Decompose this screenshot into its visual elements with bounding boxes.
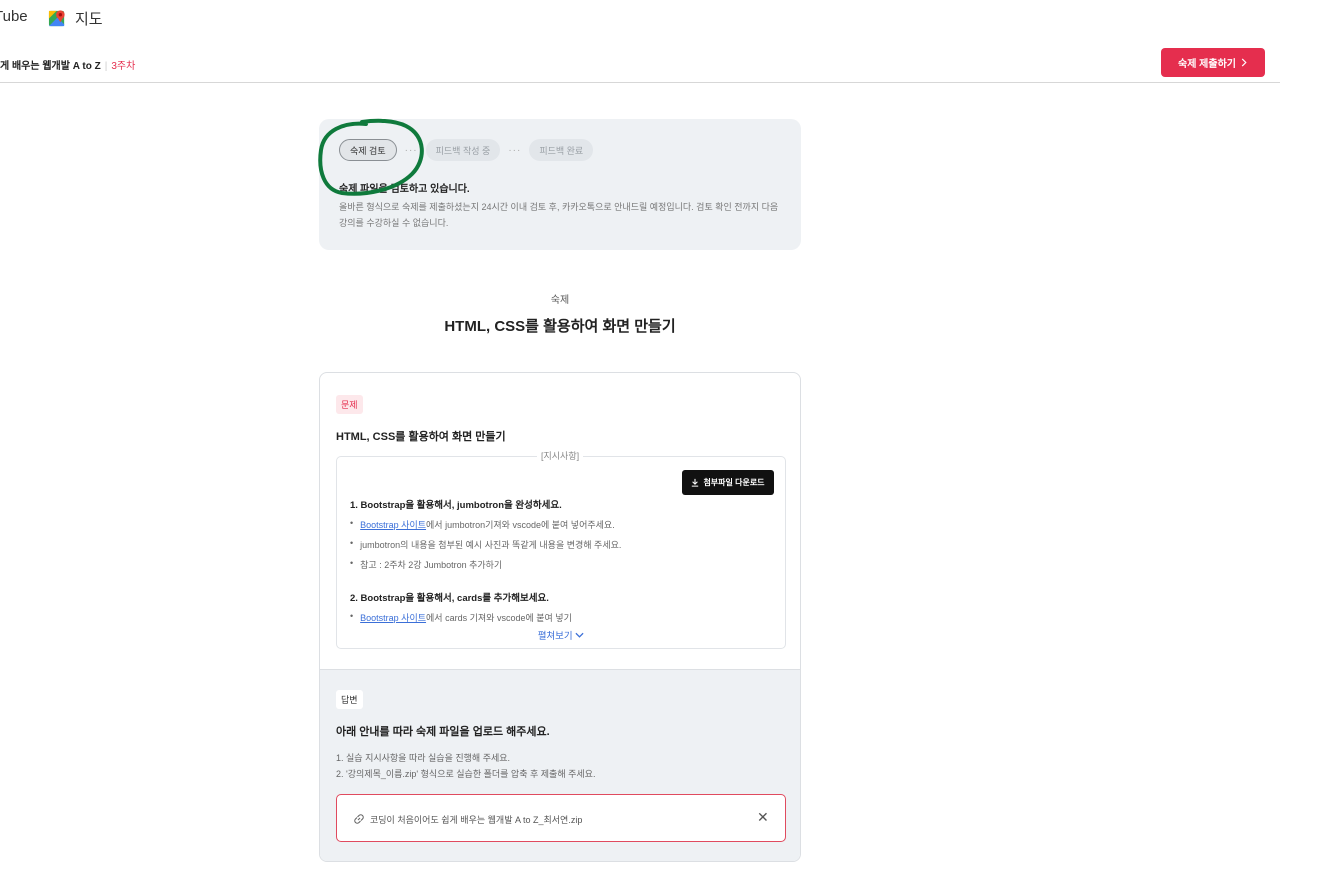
bullet: • (350, 538, 354, 548)
list-item: • Bootstrap 사이트에서 cards 기져와 vscode에 붙여 넣… (350, 611, 572, 624)
download-label: 첨부파일 다운로드 (703, 478, 765, 487)
answer-title: 아래 안내를 따라 숙제 파일을 업로드 해주세요. (336, 726, 550, 738)
instructions-box: [지시사항] 첨부파일 다운로드 1. Bootstrap을 활용해서, jum… (336, 449, 786, 649)
download-icon (692, 478, 699, 487)
step-separator: ··· (508, 144, 522, 156)
problem-title: HTML, CSS를 활용하여 화면 만들기 (336, 431, 506, 443)
bullet: • (350, 518, 354, 528)
bookmark-youtube-label: Tube (0, 8, 28, 25)
uploaded-file-name: 코딩이 처음이어도 쉽게 배우는 웹개발 A to Z_최서연.zip (370, 815, 583, 825)
chevron-down-icon (575, 632, 584, 638)
bullet: • (350, 611, 354, 621)
close-icon[interactable]: ✕ (757, 809, 769, 826)
download-attachment-button[interactable]: 첨부파일 다운로드 (682, 470, 774, 495)
course-name: 게 배우는 웹개발 A to Z (0, 61, 101, 72)
answer-badge: 답변 (336, 690, 363, 709)
course-title: 게 배우는 웹개발 A to Z | 3주차 (0, 57, 135, 72)
bookmarks-bar: Tube 지도 (0, 0, 1332, 36)
submit-homework-label: 숙제 제출하기 (1178, 59, 1236, 70)
instruction-heading-1: 1. Bootstrap을 활용해서, jumbotron을 완성하세요. (350, 500, 562, 511)
google-maps-icon (48, 10, 65, 27)
homework-card: 문제 HTML, CSS를 활용하여 화면 만들기 [지시사항] 첨부파일 다운… (319, 372, 801, 862)
list-item-text: 참고 : 2주차 2강 Jumbotron 추가하기 (360, 560, 503, 570)
title-separator: | (104, 61, 108, 72)
status-steps: 숙제 검토 ··· 피드백 작성 중 ··· 피드백 완료 (339, 139, 594, 161)
homework-label: 숙제 (550, 295, 570, 306)
problem-badge: 문제 (336, 395, 363, 414)
answer-section: 답변 아래 안내를 따라 숙제 파일을 업로드 해주세요. 1. 실습 지시사항… (320, 669, 800, 861)
link-icon (354, 814, 364, 824)
status-description: 올바른 형식으로 숙제를 제출하셨는지 24시간 이내 검토 후, 카카오톡으로… (339, 202, 779, 228)
page-header: 게 배우는 웹개발 A to Z | 3주차 숙제 제출하기 (0, 36, 1280, 83)
homework-title: HTML, CSS를 활용하여 화면 만들기 (444, 318, 676, 335)
bookmark-youtube[interactable]: Tube (0, 8, 28, 25)
submit-homework-button[interactable]: 숙제 제출하기 (1161, 48, 1265, 77)
answer-steps: 1. 실습 지시사항을 따라 실습을 진행해 주세요. 2. '강의제목_이름.… (336, 750, 595, 782)
expand-label: 펼쳐보기 (537, 631, 573, 642)
step-separator: ··· (404, 144, 418, 156)
step-reviewing: 숙제 검토 (339, 139, 397, 161)
week-indicator: 3주차 (111, 61, 136, 72)
list-item: • 참고 : 2주차 2강 Jumbotron 추가하기 (350, 558, 502, 571)
bullet: • (350, 558, 354, 568)
step-feedback-done: 피드백 완료 (529, 139, 594, 161)
step-writing-feedback: 피드백 작성 중 (425, 139, 501, 161)
bootstrap-site-link[interactable]: Bootstrap 사이트 (360, 613, 426, 623)
list-item-text: 에서 jumbotron기져와 vscode에 붙여 넣어주세요. (426, 520, 615, 530)
expand-toggle[interactable]: 펼쳐보기 (337, 628, 785, 642)
list-item-text: 에서 cards 기져와 vscode에 붙여 넣기 (426, 613, 572, 623)
review-status-panel: 숙제 검토 ··· 피드백 작성 중 ··· 피드백 완료 숙제 파일을 검토하… (319, 119, 801, 250)
chevron-right-icon (1241, 58, 1247, 67)
status-title: 숙제 파일을 검토하고 있습니다. (339, 184, 470, 195)
list-item: • jumbotron의 내용을 첨부된 예시 사진과 똑같게 내용을 변경해 … (350, 538, 621, 551)
answer-step-2: 2. '강의제목_이름.zip' 형식으로 실습한 폴더를 압축 후 제출해 주… (336, 769, 596, 779)
instruction-heading-2: 2. Bootstrap을 활용해서, cards를 추가해보세요. (350, 593, 549, 604)
uploaded-file-box[interactable]: 코딩이 처음이어도 쉽게 배우는 웹개발 A to Z_최서연.zip ✕ (336, 794, 786, 842)
list-item-text: jumbotron의 내용을 첨부된 예시 사진과 똑같게 내용을 변경해 주세… (360, 540, 622, 550)
bootstrap-site-link[interactable]: Bootstrap 사이트 (360, 520, 426, 530)
instructions-label: [지시사항] (537, 449, 584, 462)
answer-step-1: 1. 실습 지시사항을 따라 실습을 진행해 주세요. (336, 753, 511, 763)
bookmark-maps[interactable]: 지도 (48, 8, 103, 29)
bookmark-maps-label: 지도 (75, 11, 103, 28)
list-item: • Bootstrap 사이트에서 jumbotron기져와 vscode에 붙… (350, 518, 615, 531)
